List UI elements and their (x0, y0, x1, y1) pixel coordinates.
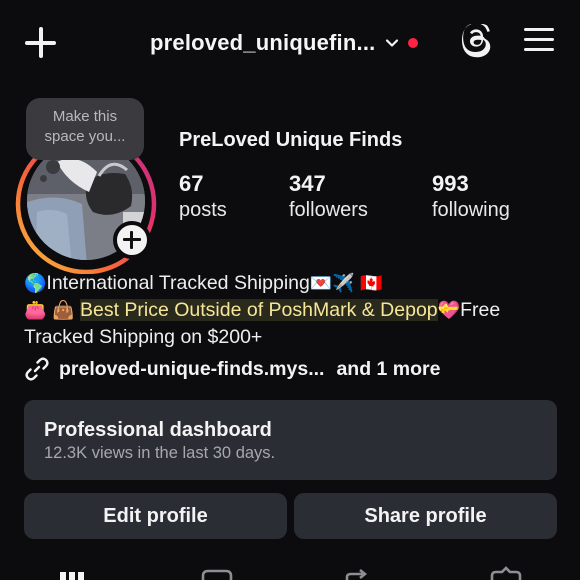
followers-stat[interactable]: 347 followers (289, 170, 368, 223)
profile-links[interactable]: preloved-unique-finds.mys... and 1 more (24, 355, 441, 383)
threads-icon[interactable] (459, 24, 495, 60)
reposts-icon[interactable] (343, 566, 373, 580)
share-profile-button[interactable]: Share profile (294, 493, 557, 539)
profile-tabs (0, 566, 580, 580)
account-switcher[interactable]: preloved_uniquefin... (150, 26, 419, 60)
link-icon (25, 357, 49, 381)
note-bubble-tail-small (40, 175, 47, 182)
bio-line-3: Tracked Shipping on $200+ (24, 326, 263, 348)
display-name: PreLoved Unique Finds (179, 129, 403, 151)
bio-line-2: 👛 👜 Best Price Outside of PoshMark & Dep… (24, 297, 564, 324)
bio-shipping-text: International Tracked Shipping (46, 272, 310, 294)
following-count: 993 (432, 171, 469, 196)
menu-icon[interactable] (524, 26, 554, 54)
grid-icon[interactable] (58, 566, 88, 580)
bio-line-1: 🌎International Tracked Shipping💌✈️ 🇨🇦 (24, 270, 564, 297)
professional-dashboard[interactable]: Professional dashboard 12.3K views in th… (24, 400, 557, 480)
top-bar: preloved_uniquefin... (0, 0, 580, 84)
chevron-down-icon (386, 39, 399, 47)
heart-gift-emoji: 💝 (437, 300, 461, 321)
note-placeholder: Make this space you... (44, 108, 126, 145)
note-bubble[interactable]: Make this space you... (26, 98, 144, 160)
reels-icon[interactable] (200, 566, 234, 580)
dashboard-subtitle: 12.3K views in the last 30 days. (44, 444, 276, 462)
globe-emoji: 🌎 (24, 273, 47, 294)
bio-line1-emojis: 💌✈️ 🇨🇦 (309, 273, 383, 294)
notification-dot (408, 38, 419, 48)
dashboard-title: Professional dashboard (44, 419, 272, 441)
followers-count: 347 (289, 171, 326, 196)
posts-count: 67 (179, 171, 204, 196)
create-plus-icon[interactable] (24, 26, 58, 60)
username: preloved_uniquefin... (150, 30, 376, 55)
purse-bag-emoji: 👛 👜 (24, 300, 75, 321)
edit-profile-button[interactable]: Edit profile (24, 493, 287, 539)
posts-stat[interactable]: 67 posts (179, 170, 227, 223)
note-bubble-tail (46, 160, 60, 174)
bio-highlight-text: Best Price Outside of PoshMark & Depop (79, 299, 438, 321)
bio-free-text: Free (460, 299, 501, 321)
more-links[interactable]: and 1 more (336, 358, 440, 381)
following-label: following (432, 199, 510, 221)
bio: 🌎International Tracked Shipping💌✈️ 🇨🇦 👛 … (24, 270, 564, 350)
posts-label: posts (179, 199, 227, 221)
tagged-icon[interactable] (488, 566, 524, 580)
followers-label: followers (289, 199, 368, 221)
add-story-button[interactable] (113, 221, 151, 259)
following-stat[interactable]: 993 following (432, 170, 510, 223)
primary-link[interactable]: preloved-unique-finds.mys... (59, 358, 324, 381)
